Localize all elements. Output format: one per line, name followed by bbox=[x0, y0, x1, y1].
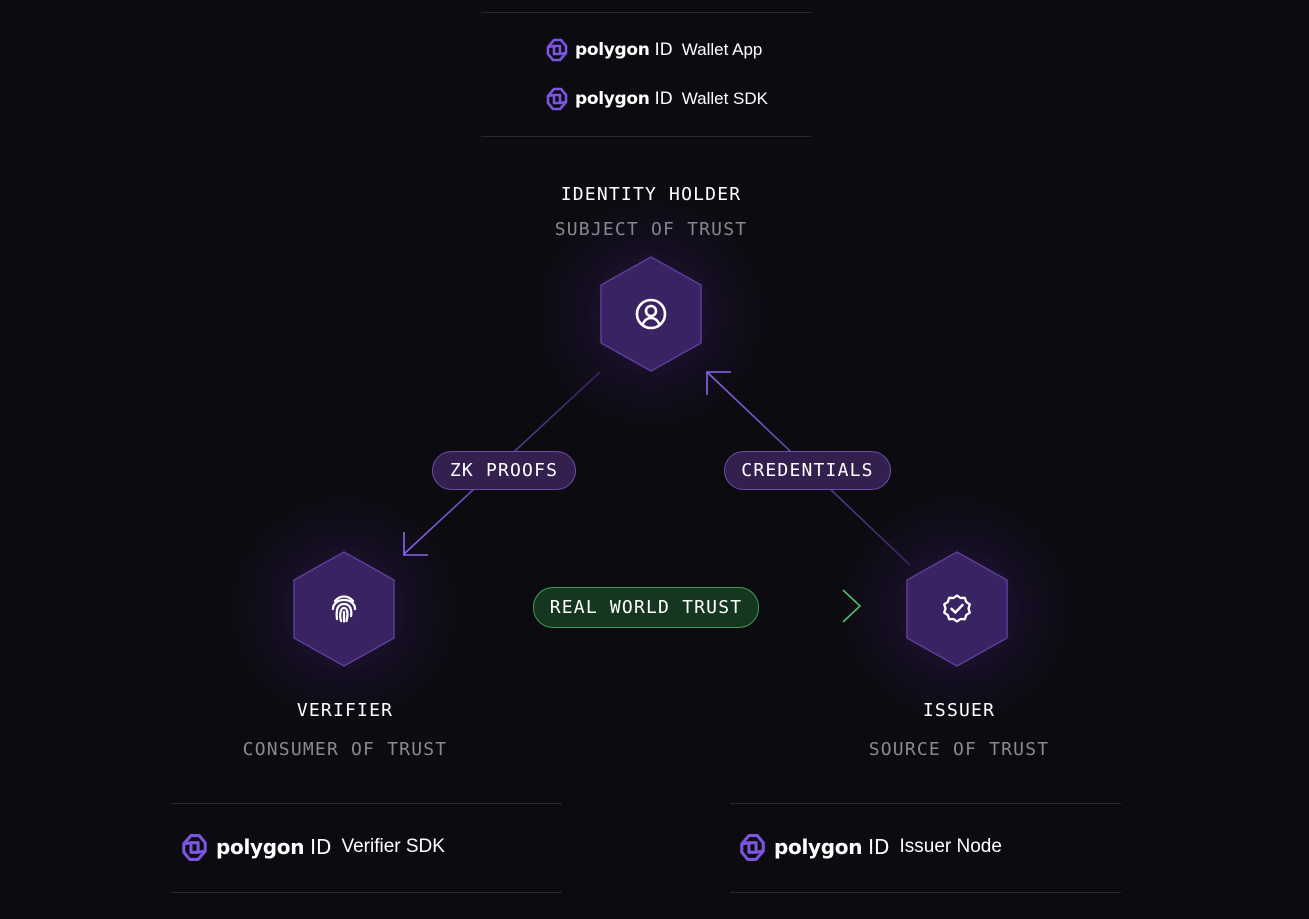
product-label: Issuer Node bbox=[899, 836, 1002, 857]
verifier-divider-lower bbox=[171, 892, 562, 893]
issuer-divider-upper bbox=[730, 803, 1121, 804]
brand-name: polygon bbox=[216, 835, 305, 859]
brand-name: polygon bbox=[774, 835, 863, 859]
polygon-logo-icon bbox=[738, 832, 767, 863]
brand-id: ID bbox=[868, 835, 890, 859]
issuer-divider-lower bbox=[730, 892, 1121, 893]
verifier-subtitle: CONSUMER OF TRUST bbox=[242, 739, 448, 760]
issuer-node[interactable] bbox=[903, 550, 1011, 668]
brand-id: ID bbox=[310, 835, 332, 859]
zk-proofs-pill: ZK PROOFS bbox=[432, 451, 576, 490]
verified-badge-icon bbox=[940, 592, 974, 626]
credentials-pill: CREDENTIALS bbox=[724, 451, 891, 490]
polygon-logo-icon bbox=[180, 832, 209, 863]
product-label: Verifier SDK bbox=[341, 836, 445, 857]
connector-layer bbox=[403, 371, 911, 623]
verifier-title: VERIFIER bbox=[296, 700, 394, 721]
verifier-node[interactable] bbox=[290, 550, 398, 668]
issuer-node-product[interactable]: polygon ID Issuer Node bbox=[738, 832, 1002, 862]
identity-holder-node[interactable] bbox=[597, 255, 705, 373]
verifier-divider-upper bbox=[171, 803, 562, 804]
fingerprint-icon bbox=[327, 592, 361, 626]
real-world-trust-pill: REAL WORLD TRUST bbox=[533, 587, 759, 628]
user-circle-icon bbox=[634, 297, 668, 331]
issuer-title: ISSUER bbox=[922, 700, 996, 721]
verifier-sdk-product[interactable]: polygon ID Verifier SDK bbox=[180, 832, 445, 862]
issuer-subtitle: SOURCE OF TRUST bbox=[868, 739, 1050, 760]
